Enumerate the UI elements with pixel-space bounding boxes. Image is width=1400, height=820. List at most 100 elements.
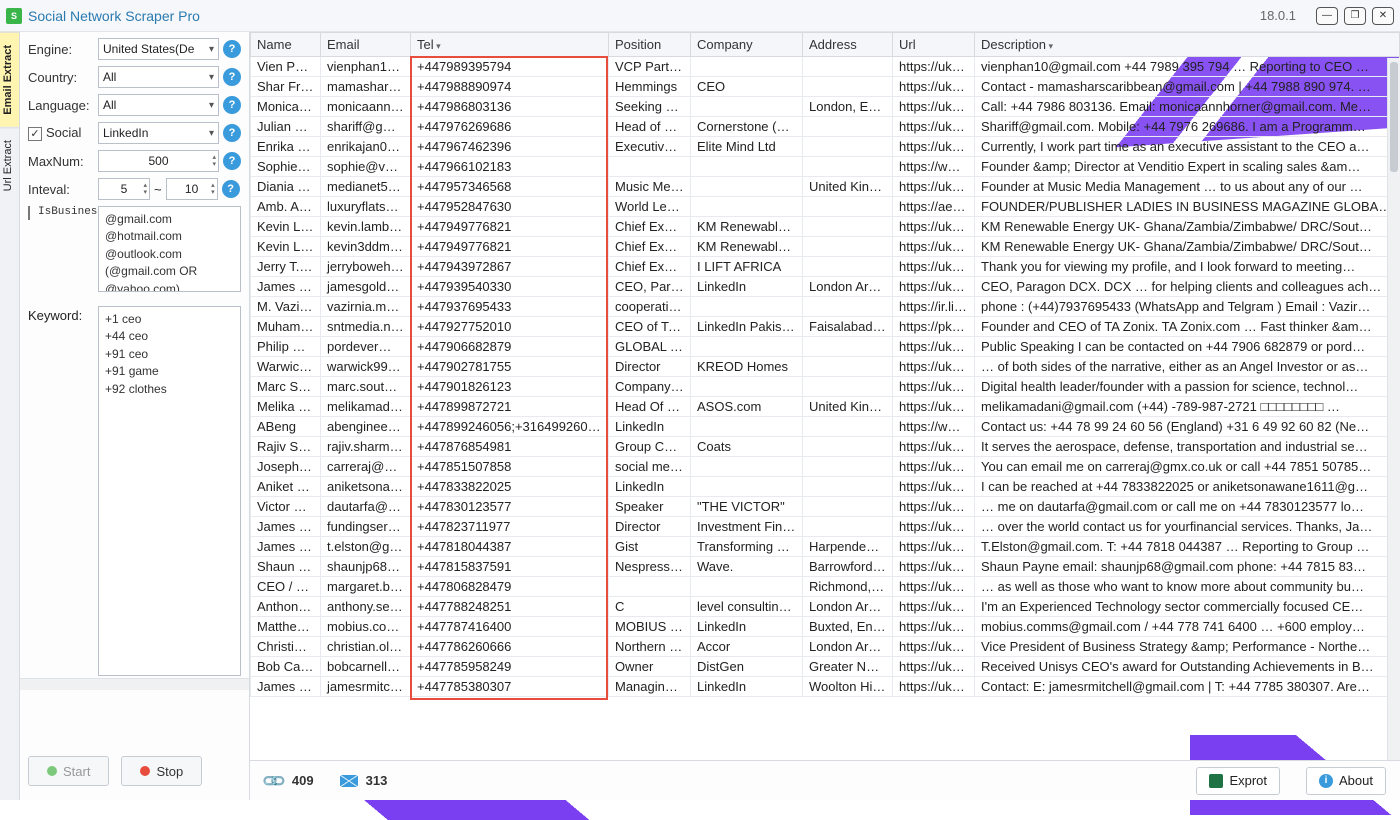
app-logo-icon: S xyxy=(6,8,22,24)
start-button[interactable]: Start xyxy=(28,756,109,786)
col-header-email[interactable]: Email xyxy=(321,33,411,57)
col-header-company[interactable]: Company xyxy=(691,33,803,57)
cell-addr: Richmond, … xyxy=(803,577,893,597)
table-row[interactable]: Christia…christian.ol…+447786260666North… xyxy=(251,637,1400,657)
table-row[interactable]: Enrika Ja…enrikajan05…+447967462396Execu… xyxy=(251,137,1400,157)
maxnum-spinner[interactable]: 500 xyxy=(98,150,219,172)
side-tabs: Email Extract Url Extract xyxy=(0,32,20,800)
social-combo[interactable]: LinkedIn xyxy=(98,122,219,144)
cell-name: James … xyxy=(251,677,321,697)
help-icon[interactable]: ? xyxy=(223,40,241,58)
export-button[interactable]: Exprot xyxy=(1196,767,1280,795)
col-header-name[interactable]: Name xyxy=(251,33,321,57)
maximize-button[interactable] xyxy=(1344,7,1366,25)
table-row[interactable]: Amb. Ad…luxuryflatsa…+447952847630World … xyxy=(251,197,1400,217)
table-row[interactable]: M. Vazir…vazirnia.m…+447937695433coopera… xyxy=(251,297,1400,317)
table-row[interactable]: Anthony…anthony.set…+447788248251Clevel … xyxy=(251,597,1400,617)
help-icon[interactable]: ? xyxy=(223,96,241,114)
table-row[interactable]: James …jamesrmitc…+447785380307Managing…… xyxy=(251,677,1400,697)
table-row[interactable]: Kevin La…kevin3ddm…+447949776821Chief Ex… xyxy=(251,237,1400,257)
help-icon[interactable]: ? xyxy=(223,68,241,86)
cell-url: https://uk.l… xyxy=(893,77,975,97)
table-row[interactable]: Monica …monicaann…+447986803136Seeking n… xyxy=(251,97,1400,117)
engine-combo[interactable]: United States(De xyxy=(98,38,219,60)
col-header-position[interactable]: Position xyxy=(609,33,691,57)
table-row[interactable]: Warwick…warwick99…+447902781755DirectorK… xyxy=(251,357,1400,377)
cell-url: https://uk.l… xyxy=(893,277,975,297)
cell-comp xyxy=(691,337,803,357)
table-row[interactable]: James Fi…fundingser…+447823711977Directo… xyxy=(251,517,1400,537)
grid-v-scrollbar[interactable] xyxy=(1387,58,1400,760)
cell-email: warwick99… xyxy=(321,357,411,377)
cell-email: enrikajan05… xyxy=(321,137,411,157)
cell-url: https://uk.l… xyxy=(893,557,975,577)
help-icon[interactable]: ? xyxy=(222,180,240,198)
tab-url-extract[interactable]: Url Extract xyxy=(0,127,19,203)
col-header-address[interactable]: Address xyxy=(803,33,893,57)
social-checkbox[interactable] xyxy=(28,127,42,141)
cell-desc: Shariff@gmail.com. Mobile: +44 7976 2696… xyxy=(975,117,1400,137)
tab-email-extract[interactable]: Email Extract xyxy=(0,32,19,127)
table-row[interactable]: Kevin La…kevin.lamb…+447949776821Chief E… xyxy=(251,217,1400,237)
table-row[interactable]: Melika I…melikamad…+447899872721Head Of … xyxy=(251,397,1400,417)
cell-comp xyxy=(691,177,803,197)
stop-button[interactable]: Stop xyxy=(121,756,202,786)
help-icon[interactable]: ? xyxy=(223,152,241,170)
col-header-url[interactable]: Url xyxy=(893,33,975,57)
table-row[interactable]: Matthe…mobius.co…+447787416400MOBIUS …Li… xyxy=(251,617,1400,637)
table-row[interactable]: Vien Ph…vienphan1…+447989395794VCP Partn… xyxy=(251,57,1400,77)
cell-addr xyxy=(803,237,893,257)
window-title: Social Network Scraper Pro xyxy=(28,8,200,24)
cell-addr xyxy=(803,457,893,477)
panel-h-scrollbar[interactable] xyxy=(20,678,249,690)
col-header-description[interactable]: Description xyxy=(975,33,1400,57)
cell-desc: Vice President of Business Strategy &amp… xyxy=(975,637,1400,657)
table-row[interactable]: Shaun P…shaunjp68…+447815837591Nespress…… xyxy=(251,557,1400,577)
table-row[interactable]: Joseph …carreraj@g…+447851507858social m… xyxy=(251,457,1400,477)
table-row[interactable]: Shar Frithmamashars…+447988890974Hemming… xyxy=(251,77,1400,97)
cell-pos: C xyxy=(609,597,691,617)
cell-desc: … over the world contact us for yourfina… xyxy=(975,517,1400,537)
table-row[interactable]: CEO / C…margaret.b…+447806828479Richmond… xyxy=(251,577,1400,597)
filter-panel: Engine: United States(De ? Country: All … xyxy=(20,32,250,800)
table-row[interactable]: Muham…sntmedia.n…+447927752010CEO of TA…… xyxy=(251,317,1400,337)
cell-addr xyxy=(803,157,893,177)
close-button[interactable] xyxy=(1372,7,1394,25)
language-combo[interactable]: All xyxy=(98,94,219,116)
table-row[interactable]: Rajiv Sh…rajiv.sharm…+447876854981Group … xyxy=(251,437,1400,457)
about-button[interactable]: iAbout xyxy=(1306,767,1386,795)
table-row[interactable]: Aniket S…aniketsona…+447833822025LinkedI… xyxy=(251,477,1400,497)
col-header-tel[interactable]: Tel xyxy=(411,33,609,57)
cell-tel: +447785958249 xyxy=(411,657,609,677)
table-row[interactable]: Philip Or…pordever@…+447906682879GLOBAL … xyxy=(251,337,1400,357)
table-row[interactable]: ABengabengineer…+447899246056;+316499260… xyxy=(251,417,1400,437)
country-combo[interactable]: All xyxy=(98,66,219,88)
table-row[interactable]: Julian S…shariff@gm…+447976269686Head of… xyxy=(251,117,1400,137)
table-row[interactable]: Bob Car…bobcarnell…+447785958249OwnerDis… xyxy=(251,657,1400,677)
table-row[interactable]: Marc So…marc.south…+447901826123Company…… xyxy=(251,377,1400,397)
cell-desc: I can be reached at +44 7833822025 or an… xyxy=(975,477,1400,497)
cell-tel: +447818044387 xyxy=(411,537,609,557)
table-row[interactable]: Diania El…medianet5…+447957346568Music M… xyxy=(251,177,1400,197)
cell-tel: +447943972867 xyxy=(411,257,609,277)
cell-desc: … as well as those who want to know more… xyxy=(975,577,1400,597)
table-row[interactable]: Jerry T. …jerryboweh…+447943972867Chief … xyxy=(251,257,1400,277)
table-row[interactable]: Victor D…dautarfa@…+447830123577Speaker"… xyxy=(251,497,1400,517)
isbiz-checkbox[interactable] xyxy=(28,206,30,220)
cell-comp: Transforming S… xyxy=(691,537,803,557)
cell-tel: +447786260666 xyxy=(411,637,609,657)
domain-hints-box[interactable]: @gmail.com @hotmail.com @outlook.com (@g… xyxy=(98,206,241,292)
interval-to-spinner[interactable]: 10 xyxy=(166,178,218,200)
cell-pos: Chief Exe… xyxy=(609,217,691,237)
table-row[interactable]: James El…t.elston@g…+447818044387GistTra… xyxy=(251,537,1400,557)
table-row[interactable]: Sophie …sophie@ve…+447966102183https://w… xyxy=(251,157,1400,177)
help-icon[interactable]: ? xyxy=(223,124,241,142)
cell-pos: cooperati… xyxy=(609,297,691,317)
cell-addr xyxy=(803,357,893,377)
table-row[interactable]: James G…jamesgoldh…+447939540330CEO, Par… xyxy=(251,277,1400,297)
cell-pos xyxy=(609,157,691,177)
minimize-button[interactable] xyxy=(1316,7,1338,25)
keyword-box[interactable]: +1 ceo +44 ceo +91 ceo +91 game +92 clot… xyxy=(98,306,241,676)
cell-name: Warwick… xyxy=(251,357,321,377)
interval-from-spinner[interactable]: 5 xyxy=(98,178,150,200)
